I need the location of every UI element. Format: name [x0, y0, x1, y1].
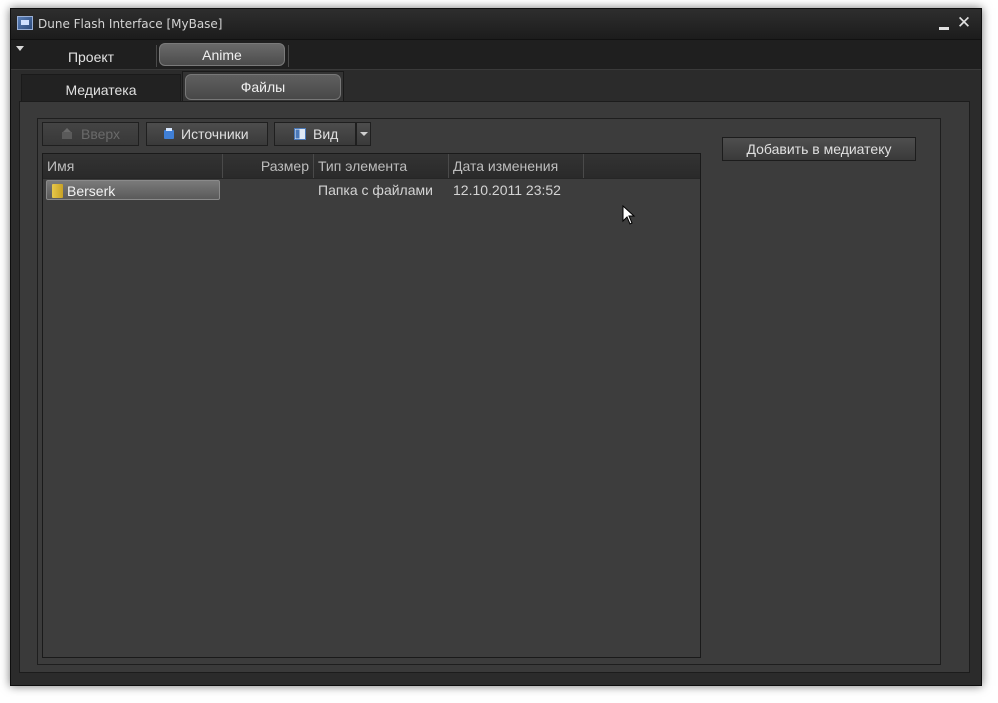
up-folder-icon	[62, 128, 72, 139]
sources-icon	[164, 128, 174, 139]
app-window: Dune Flash Interface [MyBase] ✕ Проект A…	[10, 8, 982, 686]
mouse-cursor-icon	[622, 205, 636, 225]
item-name: Berserk	[67, 183, 116, 199]
up-button-label: Вверх	[81, 126, 121, 142]
tab-project[interactable]: Проект	[27, 45, 155, 69]
column-type[interactable]: Тип элемента	[314, 154, 449, 178]
tab-separator	[288, 45, 289, 67]
minimize-button[interactable]	[936, 15, 952, 31]
tab-anime[interactable]: Anime	[159, 43, 285, 66]
file-list[interactable]: Имя Размер Тип элемента Дата изменения B…	[42, 153, 701, 658]
item-date: 12.10.2011 23:52	[453, 182, 561, 198]
close-button[interactable]: ✕	[956, 15, 972, 32]
file-list-header: Имя Размер Тип элемента Дата изменения	[43, 154, 700, 179]
column-size[interactable]: Размер	[223, 154, 314, 178]
item-type: Папка с файлами	[318, 182, 433, 198]
view-dropdown-button[interactable]	[356, 122, 371, 146]
sources-button[interactable]: Источники	[146, 122, 268, 146]
add-to-library-button[interactable]: Добавить в медиатеку	[722, 137, 916, 161]
view-icon	[294, 128, 306, 140]
title-bar[interactable]: Dune Flash Interface [MyBase] ✕	[11, 9, 981, 40]
column-date[interactable]: Дата изменения	[449, 154, 584, 178]
menu-dropdown-icon[interactable]	[16, 46, 24, 51]
selected-item[interactable]: Berserk	[46, 180, 220, 200]
folder-icon	[52, 184, 63, 198]
view-button[interactable]: Вид	[274, 122, 356, 146]
menu-bar: Проект Anime	[11, 40, 981, 70]
tab-separator	[156, 45, 157, 67]
tab-files[interactable]: Файлы	[185, 74, 341, 100]
window-title: Dune Flash Interface [MyBase]	[38, 17, 223, 31]
chevron-down-icon	[360, 132, 368, 136]
column-name[interactable]: Имя	[43, 154, 223, 178]
app-icon	[17, 16, 33, 30]
up-button[interactable]: Вверх	[42, 122, 139, 146]
view-button-label: Вид	[313, 126, 339, 142]
tab-media-library[interactable]: Медиатека	[21, 74, 181, 102]
sub-tab-bar: Медиатека Файлы	[19, 71, 971, 103]
sources-button-label: Источники	[181, 126, 249, 142]
table-row[interactable]: Berserk Папка с файлами 12.10.2011 23:52	[43, 179, 700, 201]
